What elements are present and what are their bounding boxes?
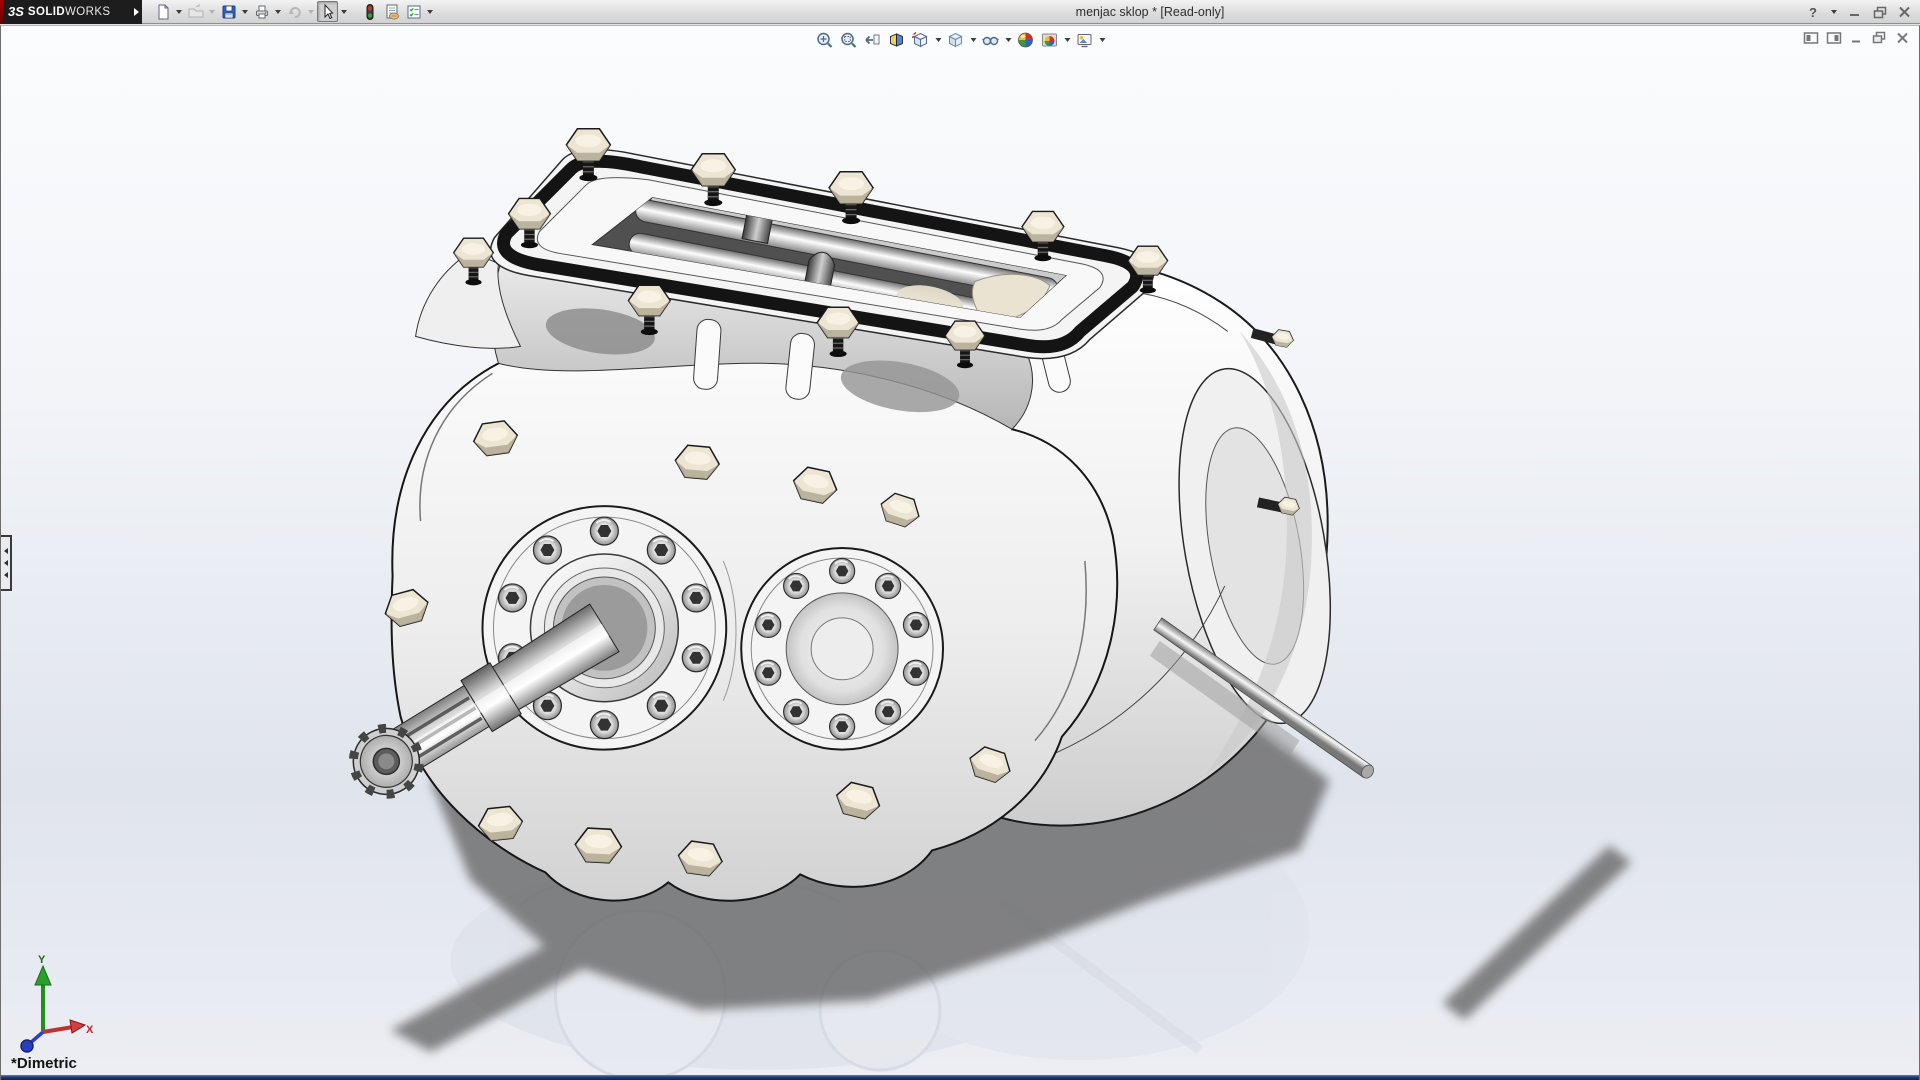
logo-text-works: WORKS [65, 6, 110, 18]
display-style-dropdown[interactable] [969, 29, 978, 51]
section-view-button[interactable] [886, 29, 908, 51]
minimize-icon [1848, 6, 1862, 18]
view-orientation-label: *Dimetric [11, 1055, 77, 1072]
undo-button[interactable] [284, 1, 305, 22]
file-properties-button[interactable] [381, 1, 402, 22]
view-orientation-dropdown[interactable] [934, 29, 943, 51]
doc-close-icon [1896, 32, 1910, 44]
save-button[interactable] [218, 1, 239, 22]
view-orientation-icon [912, 31, 930, 49]
open-button[interactable] [185, 1, 206, 22]
apply-scene-button[interactable] [1039, 29, 1061, 51]
orientation-triad: Y X [13, 954, 93, 1054]
window-controls: ? [1804, 0, 1914, 24]
status-bar-strip [1, 1075, 1919, 1080]
graphics-viewport[interactable]: Y X *Dimetric [0, 25, 1920, 1080]
apply-scene-icon [1041, 31, 1059, 49]
zoom-to-area-button[interactable] [838, 29, 860, 51]
pane-right-icon [1826, 31, 1842, 45]
close-button[interactable] [1896, 3, 1914, 21]
print-button[interactable] [251, 1, 272, 22]
hide-show-items-dropdown[interactable] [1004, 29, 1013, 51]
collapse-arrow-icon [4, 548, 8, 554]
edit-appearance-icon [1017, 31, 1035, 49]
open-icon [187, 3, 205, 21]
new-document-icon [154, 3, 172, 21]
edit-appearance-button[interactable] [1015, 29, 1037, 51]
minimize-button[interactable] [1846, 3, 1864, 21]
title-bar: 3S SOLIDWORKS [0, 0, 1920, 24]
save-dropdown[interactable] [240, 1, 250, 22]
open-dropdown[interactable] [207, 1, 217, 22]
gearbox-assembly-model [1, 26, 1919, 1080]
feature-tree-flyout-tab[interactable] [1, 535, 12, 591]
options-dropdown[interactable] [425, 1, 435, 22]
help-button[interactable]: ? [1804, 3, 1822, 21]
x-axis [43, 1027, 73, 1032]
zoom-to-area-icon [840, 31, 858, 49]
rebuild-traffic-light-icon [361, 3, 379, 21]
options-button[interactable] [403, 1, 424, 22]
print-dropdown[interactable] [273, 1, 283, 22]
hide-show-items-button[interactable] [980, 29, 1002, 51]
display-style-icon [947, 31, 965, 49]
select-cursor-icon [319, 3, 337, 21]
hide-show-items-icon [982, 31, 1000, 49]
z-axis-ball [21, 1040, 33, 1052]
pane-left-button[interactable] [1802, 30, 1819, 45]
view-settings-button[interactable] [1074, 29, 1096, 51]
logo-red-accent [0, 0, 3, 24]
x-axis-label: X [86, 1024, 93, 1036]
doc-minimize-button[interactable] [1848, 30, 1865, 45]
window-title: menjac sklop * [Read-only] [860, 0, 1440, 24]
options-icon [405, 3, 423, 21]
heads-up-view-toolbar [814, 29, 1107, 51]
file-properties-icon [383, 3, 401, 21]
restore-icon [1873, 6, 1888, 19]
previous-view-button[interactable] [862, 29, 884, 51]
rear-hex-nut [1270, 329, 1294, 349]
view-orientation-button[interactable] [910, 29, 932, 51]
logo-text-solid: SOLID [28, 6, 65, 18]
doc-minimize-icon [1850, 32, 1864, 44]
undo-dropdown[interactable] [306, 1, 316, 22]
doc-restore-icon [1872, 31, 1887, 44]
print-icon [253, 3, 271, 21]
restore-button[interactable] [1871, 3, 1889, 21]
document-window-controls [1802, 30, 1911, 45]
display-style-button[interactable] [945, 29, 967, 51]
previous-view-icon [864, 31, 882, 49]
select-button[interactable] [317, 1, 338, 22]
rebuild-button[interactable] [359, 1, 380, 22]
solidworks-logo: 3S SOLIDWORKS [0, 0, 130, 24]
view-settings-dropdown[interactable] [1098, 29, 1107, 51]
zoom-to-fit-icon [816, 31, 834, 49]
doc-restore-button[interactable] [1871, 30, 1888, 45]
view-settings-icon [1076, 31, 1094, 49]
undo-icon [286, 3, 304, 21]
pane-left-icon [1803, 31, 1819, 45]
doc-close-button[interactable] [1894, 30, 1911, 45]
new-document-button[interactable] [152, 1, 173, 22]
3ds-logo-mark: 3S [8, 4, 24, 19]
apply-scene-dropdown[interactable] [1063, 29, 1072, 51]
collapse-arrow-icon [4, 560, 8, 566]
collapse-arrow-icon [4, 572, 8, 578]
new-document-dropdown[interactable] [174, 1, 184, 22]
save-icon [220, 3, 238, 21]
y-axis-label: Y [38, 954, 46, 966]
zoom-to-fit-button[interactable] [814, 29, 836, 51]
select-dropdown[interactable] [339, 1, 349, 22]
right-flange [741, 548, 943, 750]
quick-access-toolbar [152, 1, 435, 22]
close-icon [1898, 6, 1912, 18]
pane-right-button[interactable] [1825, 30, 1842, 45]
menu-expand-arrow[interactable] [130, 0, 142, 24]
section-view-icon [888, 31, 906, 49]
help-dropdown[interactable] [1829, 2, 1839, 23]
